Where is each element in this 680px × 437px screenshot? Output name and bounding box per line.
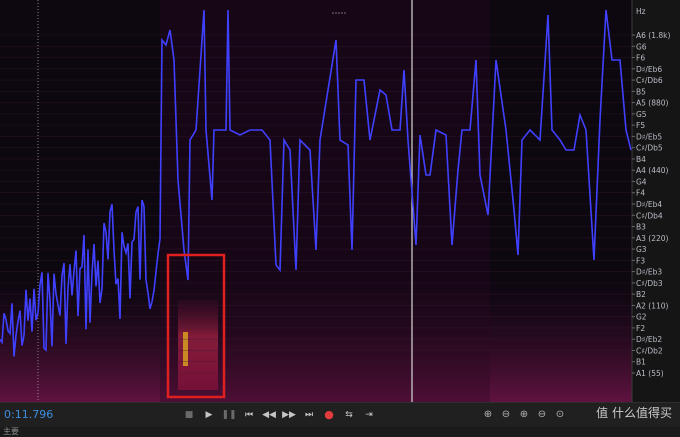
pitch-axis-label: G2 xyxy=(636,313,647,322)
pitch-axis-label: C♯/Db4 xyxy=(636,211,663,220)
pitch-axis-label: F4 xyxy=(636,189,645,198)
pitch-axis-label: A4 (440) xyxy=(636,166,669,175)
pitch-axis-label: C♯/Db2 xyxy=(636,346,663,355)
pitch-axis-label: G6 xyxy=(636,42,647,51)
bottom-label: 主要 xyxy=(3,427,19,436)
go-to-start-button[interactable]: ⏮ xyxy=(240,406,258,424)
pitch-axis-label: D♯/Eb2 xyxy=(636,335,662,344)
pitch-axis-label: A1 (55) xyxy=(636,369,664,378)
stop-button[interactable]: ■ xyxy=(180,406,198,424)
pitch-axis-label: B4 xyxy=(636,155,646,164)
watermark-text: 值 什么值得买 xyxy=(596,406,672,420)
record-button[interactable]: ● xyxy=(320,406,338,424)
pitch-axis-label: C♯/Db3 xyxy=(636,279,663,288)
pitch-axis-label: D♯/Eb4 xyxy=(636,200,662,209)
pitch-axis-label: G4 xyxy=(636,177,647,186)
pitch-axis-label: B2 xyxy=(636,290,646,299)
loop-button[interactable]: ⇆ xyxy=(340,406,358,424)
pitch-axis-label: G5 xyxy=(636,110,647,119)
zoom-in-time-icon[interactable]: ⊕ xyxy=(516,406,532,424)
pitch-axis-label: A5 (880) xyxy=(636,99,669,108)
pause-button[interactable]: ❚❚ xyxy=(220,406,238,424)
transport-bar: 0:11.796 ■ ▶ ❚❚ ⏮ ◀◀ ▶▶ ⏭ ● ⇆ ⇥ ⊕ ⊖ ⊕ ⊖ … xyxy=(0,402,680,427)
pitch-axis-label: D♯/Eb3 xyxy=(636,268,662,277)
pitch-axis-label: D♯/Eb6 xyxy=(636,65,662,74)
pitch-axis-label: B5 xyxy=(636,87,646,96)
pitch-axis-label: G3 xyxy=(636,245,647,254)
go-to-end-button[interactable]: ⏭ xyxy=(300,406,318,424)
zoom-in-amplitude-icon[interactable]: ⊕ xyxy=(480,406,496,424)
pitch-axis-label: D♯/Eb5 xyxy=(636,132,662,141)
bottom-status-strip: 主要 xyxy=(0,427,680,437)
pitch-axis-label: C♯/Db6 xyxy=(636,76,663,85)
rewind-button[interactable]: ◀◀ xyxy=(260,406,278,424)
pitch-axis-label: C♯/Db5 xyxy=(636,144,663,153)
pitch-axis-label: A6 (1.8k) xyxy=(636,31,670,40)
pitch-axis-label: A2 (110) xyxy=(636,301,669,310)
current-time: 0:11.796 xyxy=(4,408,54,421)
pitch-axis-label: F3 xyxy=(636,256,645,265)
pitch-axis-label: F6 xyxy=(636,54,645,63)
play-button[interactable]: ▶ xyxy=(200,406,218,424)
skip-selection-button[interactable]: ⇥ xyxy=(360,406,378,424)
panel-resize-grip[interactable] xyxy=(330,0,350,14)
zoom-out-time-icon[interactable]: ⊖ xyxy=(534,406,550,424)
pitch-axis-unit: Hz xyxy=(636,7,646,16)
spectral-hot-core xyxy=(183,332,188,366)
pitch-axis-label: B1 xyxy=(636,358,646,367)
pitch-axis-label: F5 xyxy=(636,121,645,130)
spectral-pitch-display[interactable]: Hz A6 (1.8k) G6 F6 D♯/Eb6 C♯/Db6 B5 A5 (880) G5 F… xyxy=(0,0,680,402)
pitch-axis-label: A3 (220) xyxy=(636,234,669,243)
fast-forward-button[interactable]: ▶▶ xyxy=(280,406,298,424)
pitch-axis-label: F2 xyxy=(636,324,645,333)
zoom-out-amplitude-icon[interactable]: ⊖ xyxy=(498,406,514,424)
pitch-axis-label: B3 xyxy=(636,223,646,232)
zoom-full-icon[interactable]: ⊙ xyxy=(552,406,568,424)
